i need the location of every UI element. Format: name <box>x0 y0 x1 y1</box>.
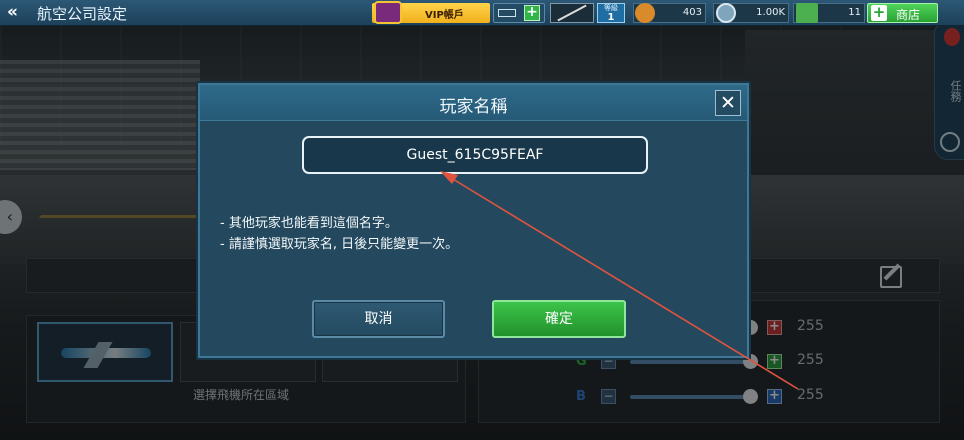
player-name-dialog: 玩家名稱 ✕ Guest_615C95FEAF - 其他玩家也能看到這個名字。 … <box>198 83 749 358</box>
dialog-header: 玩家名稱 ✕ <box>200 85 747 121</box>
level-badge: 等級 1 <box>597 3 625 23</box>
top-bar: « 航空公司設定 VIP帳戶 + 等級 1 403 1.00K 11 + 商店 <box>0 0 964 26</box>
toggle-icon[interactable] <box>498 9 516 17</box>
note-line: - 請謹慎選取玩家名, 日後只能變更一次。 <box>220 237 459 252</box>
shop-label: 商店 <box>896 8 921 22</box>
staff-icon <box>635 3 655 23</box>
cancel-button[interactable]: 取消 <box>312 300 445 338</box>
staff-value: 403 <box>682 7 702 18</box>
plus-icon: + <box>871 3 887 21</box>
cash-value: 11 <box>848 7 861 18</box>
dialog-notes: - 其他玩家也能看到這個名字。 - 請謹慎選取玩家名, 日後只能變更一次。 <box>220 213 458 255</box>
coins-value: 1.00K <box>756 7 785 18</box>
page-title: 航空公司設定 <box>37 5 128 23</box>
add-vip-button[interactable]: + <box>524 5 540 21</box>
double-chevron-left-icon[interactable]: « <box>7 2 27 22</box>
close-icon[interactable]: ✕ <box>715 90 741 116</box>
dialog-title: 玩家名稱 <box>439 97 508 117</box>
vip-label: VIP帳戶 <box>425 10 464 21</box>
player-name-input[interactable]: Guest_615C95FEAF <box>302 136 648 174</box>
shop-button[interactable]: + 商店 <box>867 3 938 23</box>
confirm-button[interactable]: 確定 <box>492 300 626 338</box>
note-line: - 其他玩家也能看到這個名字。 <box>220 216 398 231</box>
cash-icon <box>796 3 818 23</box>
coin-icon <box>716 3 736 23</box>
vip-crest-icon <box>374 1 402 24</box>
level-value: 1 <box>607 12 615 23</box>
